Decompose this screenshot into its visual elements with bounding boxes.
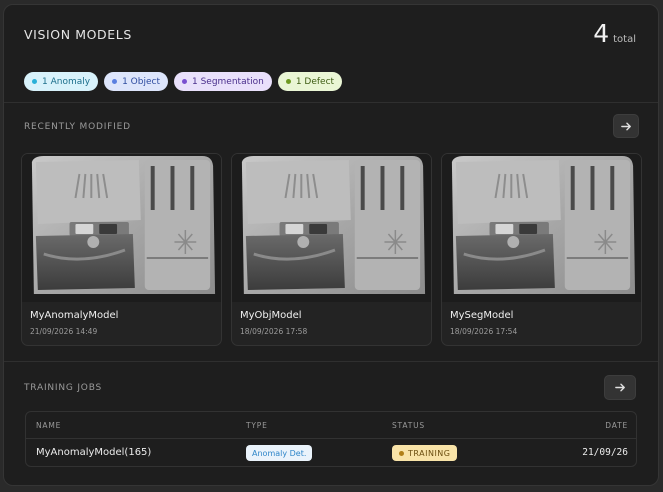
column-header-status: STATUS xyxy=(392,421,425,430)
model-card-date: 18/09/2026 17:58 xyxy=(240,327,308,336)
model-card[interactable]: MySegModel 18/09/2026 17:54 xyxy=(441,153,642,346)
chip-label: 1 Object xyxy=(122,76,160,87)
total-count: 4 total xyxy=(593,19,636,48)
model-thumbnail xyxy=(22,154,221,302)
recently-modified-title: RECENTLY MODIFIED xyxy=(24,122,131,132)
chip-defect[interactable]: 1 Defect xyxy=(277,72,343,91)
training-jobs-table: NAME TYPE STATUS DATE MyAnomalyModel(165… xyxy=(25,411,637,467)
chip-object[interactable]: 1 Object xyxy=(104,72,168,91)
chip-label: 1 Defect xyxy=(295,76,335,87)
total-count-label: total xyxy=(613,34,636,45)
column-header-date: DATE xyxy=(605,421,628,430)
table-row[interactable]: MyAnomalyModel(165) Anomaly Det. TRAININ… xyxy=(26,438,636,466)
job-name: MyAnomalyModel(165) xyxy=(36,447,152,458)
view-all-models-button[interactable] xyxy=(613,114,639,138)
divider xyxy=(4,361,658,362)
model-card[interactable]: MyAnomalyModel 21/09/2026 14:49 xyxy=(21,153,222,346)
job-status-label: TRAINING xyxy=(408,448,451,458)
job-status-badge: TRAINING xyxy=(392,445,458,461)
arrow-right-icon xyxy=(614,383,625,392)
model-card-name: MySegModel xyxy=(450,310,514,321)
divider xyxy=(4,102,658,103)
model-card-date: 18/09/2026 17:54 xyxy=(450,327,518,336)
chip-dot-icon xyxy=(112,79,118,84)
model-card-date: 21/09/2026 14:49 xyxy=(30,327,98,336)
recent-model-cards: MyAnomalyModel 21/09/2026 14:49 MyObjMod… xyxy=(21,153,642,346)
panel-header: VISION MODELS 4 total xyxy=(4,5,658,63)
chip-dot-icon xyxy=(32,79,37,84)
vision-models-panel: VISION MODELS 4 total 1 Anomaly 1 Object… xyxy=(3,4,659,486)
model-thumbnail xyxy=(232,154,431,302)
page-title: VISION MODELS xyxy=(24,27,132,42)
column-header-name: NAME xyxy=(36,421,62,430)
arrow-right-icon xyxy=(620,122,631,130)
model-card-name: MyObjModel xyxy=(240,310,302,321)
model-thumbnail xyxy=(442,154,641,302)
job-type-badge: Anomaly Det. xyxy=(246,445,313,461)
column-header-type: TYPE xyxy=(246,421,268,430)
chip-anomaly[interactable]: 1 Anomaly xyxy=(24,72,99,91)
chip-label: 1 Segmentation xyxy=(191,76,264,87)
total-count-number: 4 xyxy=(593,19,610,48)
model-type-chips: 1 Anomaly 1 Object 1 Segmentation 1 Defe… xyxy=(24,72,343,91)
model-card-name: MyAnomalyModel xyxy=(30,310,119,321)
model-card[interactable]: MyObjModel 18/09/2026 17:58 xyxy=(231,153,432,346)
chip-segmentation[interactable]: 1 Segmentation xyxy=(173,72,272,91)
job-date: 21/09/26 xyxy=(582,447,628,458)
chip-dot-icon xyxy=(285,79,291,84)
training-jobs-title: TRAINING JOBS xyxy=(24,383,103,393)
status-dot-icon xyxy=(399,450,404,456)
view-all-jobs-button[interactable] xyxy=(604,375,636,400)
chip-label: 1 Anomaly xyxy=(42,76,91,87)
chip-dot-icon xyxy=(181,79,187,84)
